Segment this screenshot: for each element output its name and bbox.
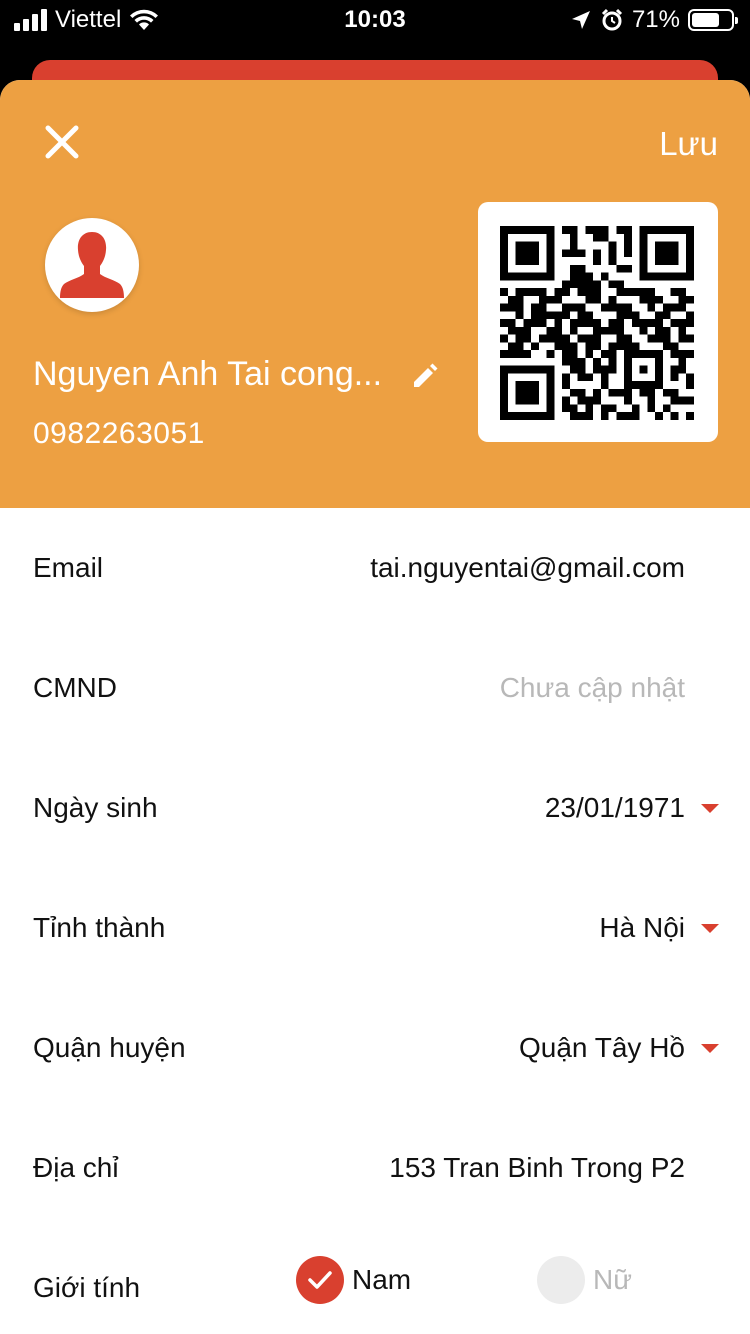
gender-option-label: Nam: [352, 1264, 412, 1295]
district-value[interactable]: Quận Tây Hồ: [519, 1030, 685, 1066]
battery-fill: [692, 13, 719, 27]
battery-icon: [688, 9, 738, 31]
chevron-down-icon[interactable]: [701, 804, 719, 813]
address-row[interactable]: Địa chỉ 153 Tran Binh Trong P2: [0, 1108, 750, 1228]
location-arrow-icon: [571, 11, 590, 29]
user-name: Nguyen Anh Tai cong...: [33, 355, 383, 393]
alarm-icon: [601, 8, 623, 31]
province-label: Tỉnh thành: [33, 912, 166, 943]
gender-label: Giới tính: [33, 1272, 141, 1303]
cmnd-row[interactable]: CMND Chưa cập nhật: [0, 628, 750, 748]
avatar[interactable]: [45, 218, 139, 312]
person-silhouette-icon: [60, 232, 124, 298]
email-row[interactable]: Email tai.nguyentai@gmail.com: [0, 508, 750, 628]
pencil-icon[interactable]: [411, 362, 439, 390]
province-row[interactable]: Tỉnh thành Hà Nội: [0, 868, 750, 988]
birthday-row[interactable]: Ngày sinh 23/01/1971: [0, 748, 750, 868]
qr-code-icon: [500, 226, 694, 420]
radio-checked[interactable]: [296, 1256, 344, 1304]
profile-header: Lưu Nguyen Anh Tai cong... 0982263051: [0, 80, 750, 508]
address-label: Địa chỉ: [33, 1152, 119, 1183]
cmnd-field[interactable]: Chưa cập nhật: [500, 670, 685, 706]
birthday-value[interactable]: 23/01/1971: [545, 790, 685, 826]
email-field[interactable]: tai.nguyentai@gmail.com: [370, 550, 685, 586]
gender-option-label: Nữ: [593, 1264, 632, 1295]
qr-code[interactable]: [478, 202, 718, 442]
birthday-label: Ngày sinh: [33, 792, 158, 823]
gender-option-female[interactable]: Nữ: [537, 1256, 632, 1304]
email-label: Email: [33, 552, 104, 583]
status-bar: Viettel 10:03 71%: [0, 0, 750, 40]
phone-number: 0982263051: [33, 417, 205, 450]
status-right: 71%: [570, 6, 738, 34]
chevron-down-icon[interactable]: [701, 1044, 719, 1053]
gender-option-male[interactable]: Nam: [296, 1256, 411, 1304]
close-icon[interactable]: [40, 120, 84, 164]
district-label: Quận huyện: [33, 1032, 186, 1063]
district-row[interactable]: Quận huyện Quận Tây Hồ: [0, 988, 750, 1108]
address-field[interactable]: 153 Tran Binh Trong P2: [389, 1150, 685, 1186]
battery-percent: 71%: [631, 6, 680, 33]
save-button[interactable]: Lưu: [659, 124, 718, 164]
checkmark-icon: [308, 1271, 332, 1289]
chevron-down-icon[interactable]: [701, 924, 719, 933]
province-value[interactable]: Hà Nội: [599, 910, 685, 946]
gender-row: Giới tính Nam Nữ: [0, 1228, 750, 1334]
cmnd-label: CMND: [33, 672, 117, 703]
radio-unchecked[interactable]: [537, 1256, 585, 1304]
profile-sheet: Lưu Nguyen Anh Tai cong... 0982263051 Em…: [0, 80, 750, 1334]
